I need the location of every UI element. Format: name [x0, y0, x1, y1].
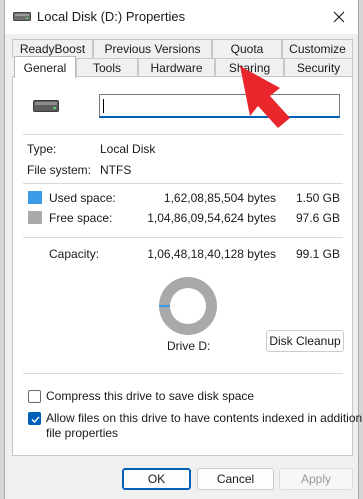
free-space-bytes: 1,04,86,09,54,624 bytes: [147, 211, 276, 225]
drive-icon: [13, 10, 31, 22]
type-value: Local Disk: [100, 142, 156, 156]
text-caret: [103, 99, 104, 113]
free-space-swatch: [28, 211, 42, 224]
compress-checkbox[interactable]: [28, 390, 41, 403]
divider: [23, 237, 343, 238]
close-icon[interactable]: [328, 6, 350, 28]
tab-quota[interactable]: Quota: [212, 39, 282, 58]
drive-letter-label: Drive D:: [167, 339, 211, 353]
checkmark-icon: [31, 416, 40, 424]
file-system-value: NTFS: [100, 163, 132, 177]
tab-tools[interactable]: Tools: [76, 58, 138, 77]
tab-row-lower: General Tools Hardware Sharing Security: [5, 56, 358, 78]
capacity-bytes: 1,06,48,18,40,128 bytes: [147, 247, 276, 261]
used-space-bytes: 1,62,08,85,504 bytes: [163, 191, 276, 205]
disk-cleanup-button[interactable]: Disk Cleanup: [266, 330, 344, 352]
type-label: Type:: [27, 142, 57, 156]
index-checkbox[interactable]: [28, 412, 41, 425]
capacity-label: Capacity:: [49, 247, 100, 261]
used-space-label: Used space:: [49, 191, 116, 205]
free-space-size: 97.6 GB: [295, 211, 340, 225]
divider: [23, 373, 343, 374]
tab-security[interactable]: Security: [284, 58, 353, 77]
tab-previous-versions[interactable]: Previous Versions: [93, 39, 212, 58]
file-system-label: File system:: [27, 163, 92, 177]
window-title: Local Disk (D:) Properties: [37, 9, 186, 24]
capacity-size: 99.1 GB: [295, 247, 340, 261]
properties-window: Local Disk (D:) Properties ReadyBoost Pr…: [4, 0, 363, 499]
annotation-arrow-icon: [240, 66, 290, 128]
compress-label[interactable]: Compress this drive to save disk space: [46, 389, 254, 403]
free-space-label: Free space:: [49, 211, 113, 225]
used-space-arc: [159, 305, 170, 307]
index-label-line1[interactable]: Allow files on this drive to have conten…: [46, 411, 363, 425]
drive-icon: [33, 99, 59, 113]
used-space-swatch: [28, 191, 42, 204]
tab-hardware[interactable]: Hardware: [138, 58, 215, 77]
divider: [23, 183, 343, 184]
cancel-button[interactable]: Cancel: [197, 468, 274, 490]
used-space-size: 1.50 GB: [295, 191, 340, 205]
index-label-line2[interactable]: file properties: [46, 426, 118, 440]
tab-customize[interactable]: Customize: [282, 39, 353, 58]
general-tab-panel: Type: Local Disk File system: NTFS Used …: [12, 76, 363, 456]
ok-button[interactable]: OK: [122, 468, 191, 490]
divider: [23, 134, 343, 135]
title-bar[interactable]: Local Disk (D:) Properties: [5, 0, 358, 34]
drive-name-input[interactable]: [99, 94, 340, 118]
apply-button[interactable]: Apply: [279, 468, 353, 490]
tab-general[interactable]: General: [14, 56, 76, 78]
